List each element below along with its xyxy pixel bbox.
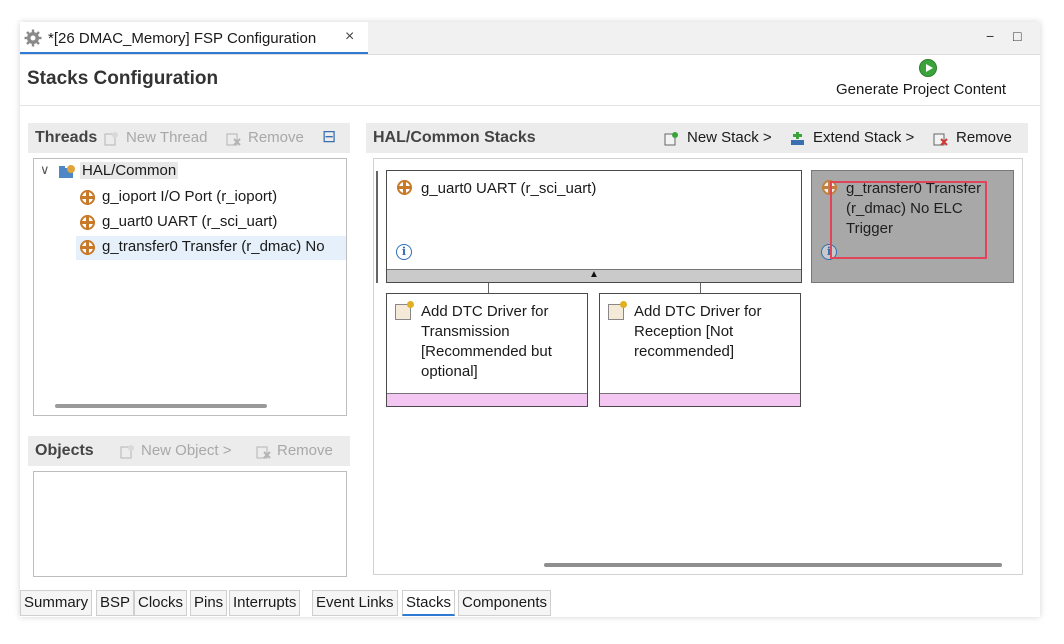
generate-project-content-button[interactable]: Generate Project Content — [836, 81, 1006, 98]
dtc-reception-label: Add DTC Driver for Reception [Not recomm… — [634, 302, 762, 362]
info-icon[interactable]: i — [396, 244, 412, 260]
add-driver-icon — [395, 301, 414, 320]
stack-card-transfer[interactable]: g_transfer0 Transfer (r_dmac) No ELC Tri… — [811, 170, 1014, 283]
objects-list[interactable] — [33, 471, 347, 577]
tab-summary[interactable]: Summary — [20, 590, 93, 616]
objects-title: Objects — [35, 442, 94, 459]
tab-clocks[interactable]: Clocks — [134, 590, 188, 616]
close-icon[interactable]: × — [345, 28, 354, 46]
module-icon — [397, 180, 412, 195]
tab-interrupts[interactable]: Interrupts — [229, 590, 301, 616]
run-icon[interactable] — [919, 59, 937, 77]
stack-card-dtc-reception[interactable]: Add DTC Driver for Reception [Not recomm… — [599, 293, 801, 407]
canvas-horizontal-scrollbar[interactable] — [544, 563, 1002, 567]
tree-horizontal-scrollbar[interactable] — [55, 404, 267, 408]
threads-tree[interactable]: ∨ HAL/Common g_ioport I/O Port (r_ioport… — [33, 158, 347, 416]
tab-pins[interactable]: Pins — [190, 590, 228, 616]
highlight-box — [830, 181, 987, 259]
new-object-button[interactable]: New Object > — [141, 442, 231, 459]
maximize-button[interactable]: □ — [1013, 28, 1021, 44]
stack-card-dtc-transmission[interactable]: Add DTC Driver for Transmission [Recomme… — [386, 293, 588, 407]
threads-title: Threads — [35, 129, 98, 146]
editor-tab[interactable]: *[26 DMAC_Memory] FSP Configuration × — [20, 22, 368, 54]
new-thread-icon — [104, 132, 118, 146]
hal-stacks-title: HAL/Common Stacks — [373, 129, 536, 146]
threads-header: Threads New Thread Remove ⊟ — [28, 123, 350, 153]
stack-left-rule — [376, 171, 378, 283]
minimize-button[interactable]: − — [986, 28, 994, 44]
remove-thread-button[interactable]: Remove — [248, 129, 304, 146]
folder-gear-icon — [59, 165, 75, 178]
dtc-rx-line-1: Add DTC Driver for — [634, 303, 762, 320]
tab-stacks[interactable]: Stacks — [402, 590, 456, 616]
extend-stack-icon — [791, 132, 804, 145]
objects-header: Objects New Object > Remove — [28, 436, 350, 466]
dtc-rx-line-2: Reception [Not — [634, 323, 734, 340]
dtc-tx-line-4: optional] — [421, 363, 478, 380]
module-icon — [80, 240, 95, 255]
dtc-tx-line-3: [Recommended but — [421, 343, 552, 360]
add-driver-icon — [608, 301, 627, 320]
hal-stacks-header: HAL/Common Stacks New Stack > Extend Sta… — [366, 123, 1028, 153]
dtc-transmission-label: Add DTC Driver for Transmission [Recomme… — [421, 302, 552, 382]
new-stack-button[interactable]: New Stack > — [687, 129, 772, 146]
new-stack-icon — [664, 132, 678, 146]
tab-event-links[interactable]: Event Links — [312, 590, 398, 616]
dtc-tx-footer — [387, 393, 587, 406]
tree-item-ioport[interactable]: g_ioport I/O Port (r_ioport) — [102, 188, 277, 205]
remove-stack-icon — [933, 133, 948, 146]
dtc-tx-line-1: Add DTC Driver for — [421, 303, 549, 320]
tree-item-hal-common[interactable]: HAL/Common — [80, 162, 179, 179]
tree-item-transfer[interactable]: g_transfer0 Transfer (r_dmac) No — [102, 238, 325, 255]
collapse-all-icon[interactable]: ⊟ — [322, 127, 336, 147]
remove-thread-icon — [226, 133, 241, 146]
remove-object-button[interactable]: Remove — [277, 442, 333, 459]
page-title: Stacks Configuration — [27, 68, 219, 89]
tab-components[interactable]: Components — [458, 590, 552, 616]
editor-tab-title: *[26 DMAC_Memory] FSP Configuration — [48, 30, 317, 47]
stack-card-uart-label: g_uart0 UART (r_sci_uart) — [421, 180, 597, 197]
stacks-canvas[interactable]: g_uart0 UART (r_sci_uart) i ▲ g_transfer… — [373, 158, 1023, 575]
new-object-icon — [120, 445, 134, 459]
remove-stack-button[interactable]: Remove — [956, 129, 1012, 146]
remove-object-icon — [256, 446, 271, 459]
gear-icon — [24, 29, 42, 47]
new-thread-button[interactable]: New Thread — [126, 129, 207, 146]
tree-item-uart[interactable]: g_uart0 UART (r_sci_uart) — [102, 213, 277, 230]
tab-bsp[interactable]: BSP — [96, 590, 135, 616]
stack-card-uart[interactable]: g_uart0 UART (r_sci_uart) i ▲ — [386, 170, 802, 283]
header-divider — [20, 105, 1040, 106]
dtc-tx-line-2: Transmission — [421, 323, 510, 340]
tree-expander-icon[interactable]: ∨ — [40, 162, 50, 178]
expand-up-icon[interactable]: ▲ — [589, 269, 599, 280]
dtc-rx-footer — [600, 393, 800, 406]
module-icon — [80, 190, 95, 205]
dtc-rx-line-3: recommended] — [634, 343, 735, 360]
stack-card-uart-footer: ▲ — [387, 269, 801, 282]
module-icon — [80, 215, 95, 230]
extend-stack-button[interactable]: Extend Stack > — [813, 129, 914, 146]
